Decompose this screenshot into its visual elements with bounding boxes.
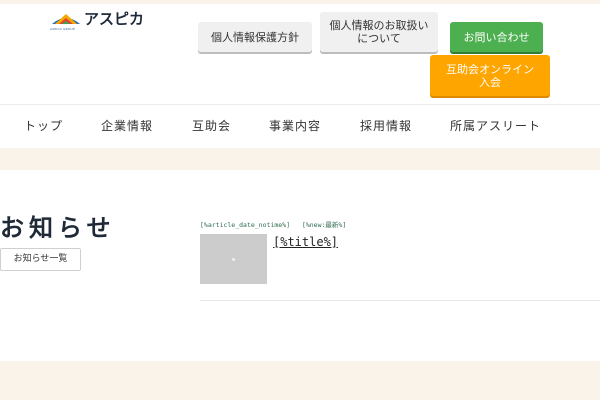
article-meta: [%article_date_notime%] [%new:最新%]: [200, 219, 354, 229]
article-thumbnail[interactable]: [200, 234, 267, 284]
privacy-policy-button[interactable]: 個人情報保護方針: [198, 22, 312, 52]
nav-item-recruit[interactable]: 採用情報: [360, 104, 412, 148]
contact-button[interactable]: お問い合わせ: [450, 22, 543, 52]
section-band-bottom: [0, 361, 600, 400]
section-band-top: [0, 148, 600, 170]
top-strip: [0, 0, 600, 4]
nav-item-athletes[interactable]: 所属アスリート: [450, 104, 541, 148]
nav-item-mutual-aid[interactable]: 互助会: [192, 104, 231, 148]
logo-text: アスピカ: [84, 10, 145, 28]
article-new-badge: [%new:最新%]: [301, 221, 347, 229]
privacy-handling-button[interactable]: 個人情報のお取扱いについて: [320, 12, 438, 52]
news-heading: お知らせ: [0, 214, 116, 242]
nav-item-business[interactable]: 事業内容: [269, 104, 321, 148]
aspica-logo-icon: ASPICA GROUP: [50, 10, 82, 32]
nav-item-top[interactable]: トップ: [24, 104, 63, 148]
privacy-handling-label: 個人情報のお取扱いについて: [329, 19, 429, 45]
site-logo[interactable]: ASPICA GROUP アスピカ: [50, 10, 160, 32]
logo-subtext: ASPICA GROUP: [50, 27, 75, 31]
article-date: [%article_date_notime%]: [200, 221, 291, 229]
article-divider: [200, 300, 600, 301]
online-join-label: 互助会オンライン入会: [446, 62, 534, 89]
online-join-button[interactable]: 互助会オンライン入会: [430, 55, 550, 96]
contact-label: お問い合わせ: [463, 30, 530, 44]
nav-item-company[interactable]: 企業情報: [101, 104, 153, 148]
main-nav: トップ 企業情報 互助会 事業内容 採用情報 所属アスリート: [0, 104, 600, 148]
article-title-link[interactable]: [%title%]: [273, 235, 338, 249]
privacy-policy-label: 個人情報保護方針: [211, 30, 299, 44]
news-list-button[interactable]: お知らせ一覧: [0, 248, 81, 271]
image-placeholder-icon: [232, 257, 235, 261]
